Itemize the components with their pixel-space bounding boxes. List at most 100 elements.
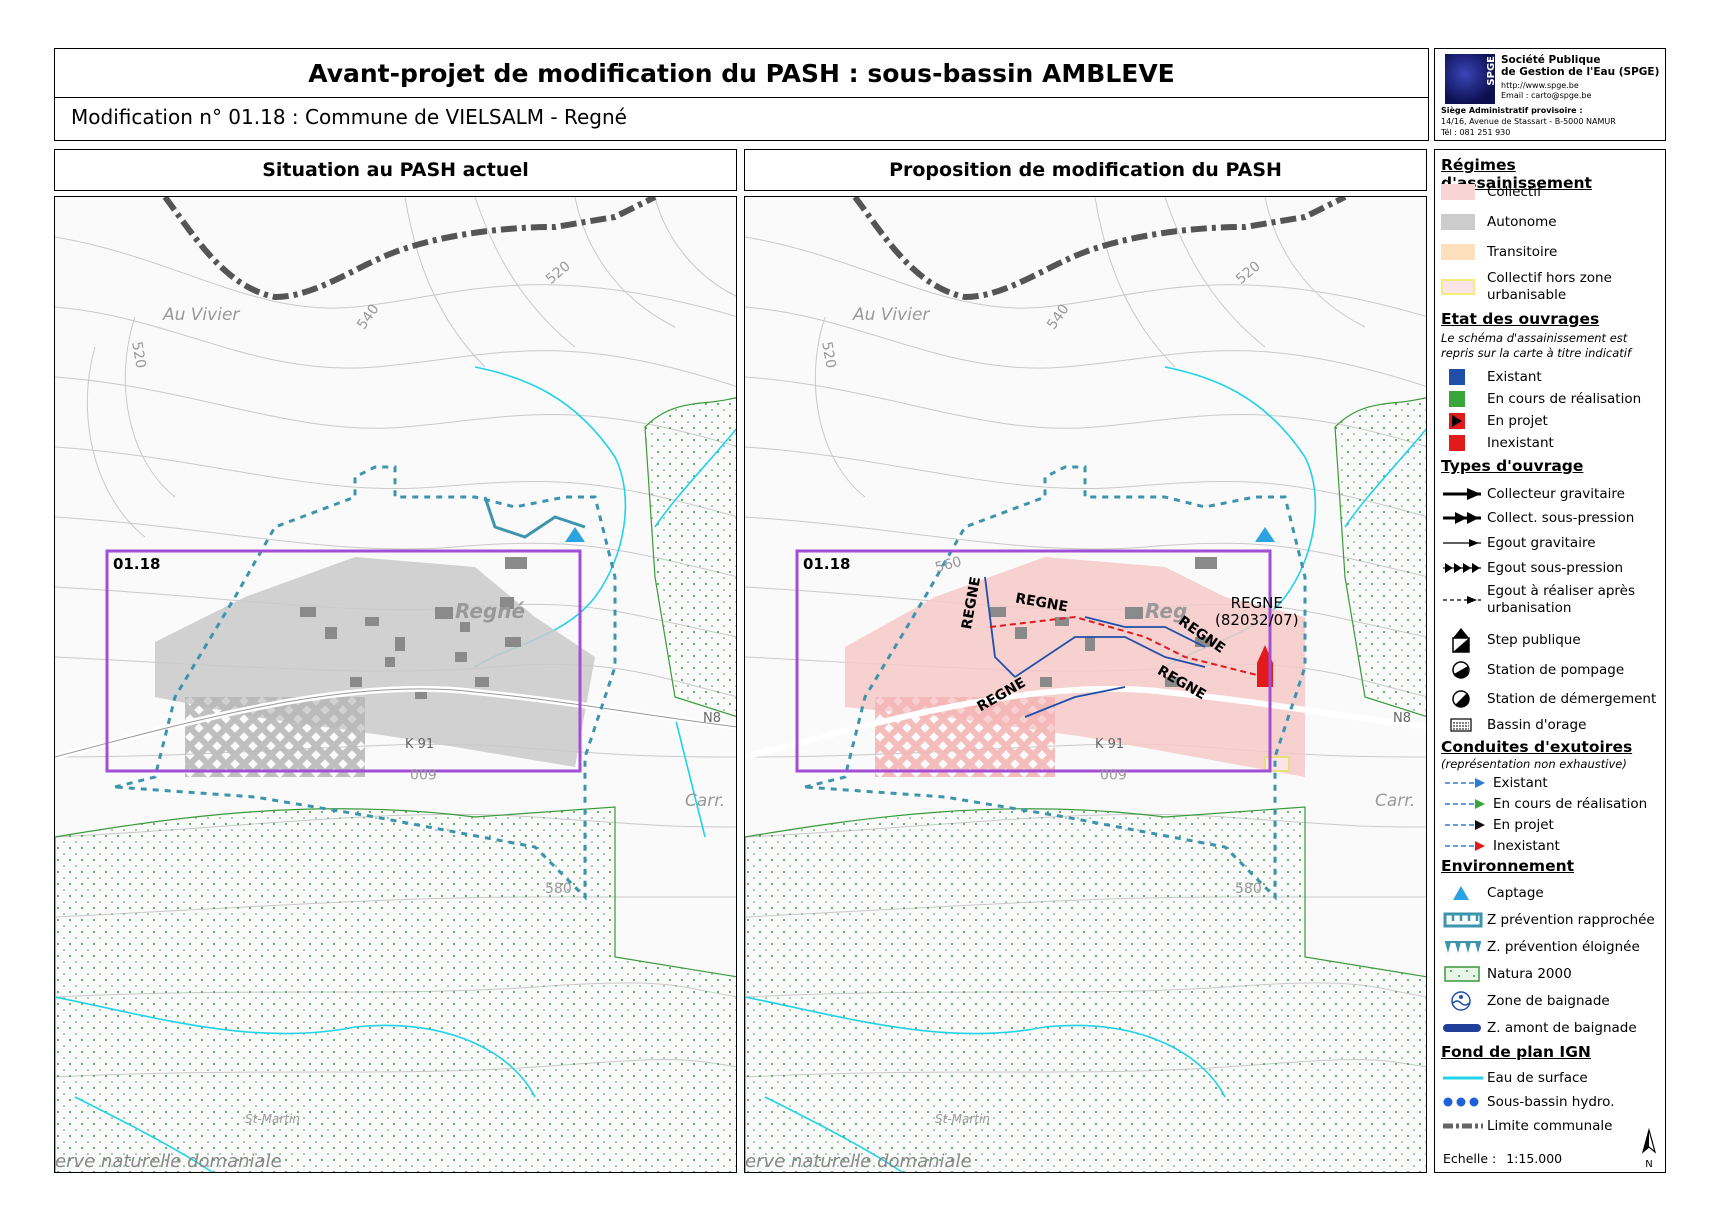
north-arrow-icon: N xyxy=(1639,1127,1659,1170)
legend-label: En cours de réalisation xyxy=(1493,795,1648,812)
legend-type-item: Egout gravitaire xyxy=(1441,533,1663,553)
proposed-modification-map[interactable]: 01.18 Au Vivier Reg Carr. K 91 N8 520 52… xyxy=(744,196,1427,1173)
natura-2000-icon xyxy=(1444,966,1480,982)
legend-env-item: Z. amont de baignade xyxy=(1441,1018,1663,1038)
legend-label: En projet xyxy=(1487,412,1548,429)
sewer-pressure-icon xyxy=(1443,563,1481,573)
road-label-k91: K 91 xyxy=(405,737,435,752)
legend-label: Station de pompage xyxy=(1487,661,1625,678)
road-label-k91: K 91 xyxy=(1095,737,1125,752)
legend-type-item: Station de pompage xyxy=(1441,660,1663,680)
drainage-station-icon xyxy=(1452,690,1470,708)
legend-label: Zone de baignade xyxy=(1487,992,1610,1009)
legend-label: Captage xyxy=(1487,884,1544,901)
north-arrow-shape xyxy=(1641,1127,1657,1154)
captage-icon xyxy=(565,527,585,542)
treatment-plant-code: (82032/07) xyxy=(1215,611,1299,629)
nonexistent-swatch xyxy=(1449,435,1465,451)
public-treatment-plant-icon xyxy=(1452,628,1470,653)
legend-label: Eau de surface xyxy=(1487,1069,1588,1086)
captage-icon xyxy=(1255,527,1275,542)
spge-name-2: de Gestion de l'Eau (SPGE) xyxy=(1501,66,1660,78)
legend-label: Collectif xyxy=(1487,183,1542,200)
in-progress-swatch xyxy=(1449,391,1465,407)
spge-seat-label: Siège Administratif provisoire : xyxy=(1441,106,1583,115)
close-prevention-zone-icon xyxy=(1443,912,1483,928)
legend-label: En projet xyxy=(1493,816,1554,833)
legend-env-item: Z. prévention éloignée xyxy=(1441,937,1663,957)
legend-label: Inexistant xyxy=(1493,837,1560,854)
reserve-label: erve naturelle domaniale xyxy=(55,1151,282,1172)
legend-etat-item: En cours de réalisation xyxy=(1441,389,1663,409)
place-carr: Carr. xyxy=(685,791,726,811)
proposed-map-canvas xyxy=(745,197,1426,1172)
spge-name-1: Société Publique xyxy=(1501,54,1601,66)
legend-label: Inexistant xyxy=(1487,434,1554,451)
legend-env-item: Captage xyxy=(1441,883,1663,903)
legend-label: Natura 2000 xyxy=(1487,965,1572,982)
legend-label: Bassin d'orage xyxy=(1487,716,1587,733)
legend-regime-item: Autonome xyxy=(1441,212,1663,232)
natura-2000-area xyxy=(745,806,1426,1172)
legend-type-item: Egout à réaliser après urbanisation xyxy=(1441,582,1663,618)
natura-2000-area xyxy=(55,806,736,1172)
scale-label: Echelle : xyxy=(1443,1151,1497,1166)
legend-label: Egout gravitaire xyxy=(1487,534,1596,551)
legend-fond-title: Fond de plan IGN xyxy=(1441,1043,1591,1061)
legend-etat-item: Inexistant xyxy=(1441,433,1663,453)
legend-fond-item: Limite communale xyxy=(1441,1116,1663,1136)
municipal-boundary xyxy=(852,197,1347,301)
legend-etat-item: En projet xyxy=(1441,411,1663,431)
collective-outside-swatch xyxy=(1441,279,1475,295)
legend-env-item: Natura 2000 xyxy=(1441,964,1663,984)
place-carr: Carr. xyxy=(1375,791,1416,811)
legend-label: Collect. sous-pression xyxy=(1487,509,1635,526)
legend-type-item: Collecteur gravitaire xyxy=(1441,484,1663,504)
legend-label: Station de démergement xyxy=(1487,690,1657,707)
legend-label: Z prévention rapprochée xyxy=(1487,911,1655,928)
legend-type-item: Egout sous-pression xyxy=(1441,558,1663,578)
legend-etat-item: Existant xyxy=(1441,367,1663,387)
legend-types-title: Types d'ouvrage xyxy=(1441,457,1584,475)
legend-regime-item: Collectif hors zone urbanisable xyxy=(1441,269,1663,305)
legend-type-item: Step publique xyxy=(1441,626,1663,654)
place-st-martin: St-Martin xyxy=(245,1112,300,1126)
transitional-swatch xyxy=(1441,244,1475,260)
spge-email: Email : carto@spge.be xyxy=(1501,91,1592,100)
legend-label: En cours de réalisation xyxy=(1487,390,1642,407)
legend-etat-title: Etat des ouvrages xyxy=(1441,310,1600,328)
legend-label: Transitoire xyxy=(1487,243,1558,260)
legend-fond-item: Sous-bassin hydro. xyxy=(1441,1092,1663,1112)
legend-label: Z. amont de baignade xyxy=(1487,1019,1637,1036)
projected-swatch xyxy=(1449,413,1465,429)
legend-label: Existant xyxy=(1487,368,1542,385)
collector-gravity-icon xyxy=(1443,488,1481,500)
pumping-station-icon xyxy=(1452,661,1470,679)
map-title: Avant-projet de modification du PASH : s… xyxy=(55,49,1428,98)
legend-label: Collectif hors zone urbanisable xyxy=(1487,270,1612,303)
legend-label: Sous-bassin hydro. xyxy=(1487,1093,1615,1110)
outlet-in-progress-icon xyxy=(1445,799,1485,809)
modification-id-label: 01.18 xyxy=(113,555,161,573)
legend-conduite-item: En cours de réalisation xyxy=(1441,794,1663,814)
north-label: N xyxy=(1645,1159,1653,1170)
scale-value: 1:15.000 xyxy=(1506,1151,1563,1166)
contour-label-580: 580 xyxy=(1235,881,1262,897)
current-situation-map[interactable]: 01.18 Au Vivier Regné Carr. K 91 N8 520 … xyxy=(54,196,737,1173)
outlet-projected-icon xyxy=(1445,820,1485,830)
collector-pressure-icon xyxy=(1443,512,1481,524)
sub-basin-icon xyxy=(1443,1097,1479,1107)
storm-basin-icon xyxy=(1450,718,1472,732)
legend-regime-item: Transitoire xyxy=(1441,242,1663,262)
legend-label: Egout à réaliser après urbanisation xyxy=(1487,583,1636,616)
road-label-n89: N8 xyxy=(703,711,721,726)
surface-water-icon xyxy=(1443,1076,1483,1080)
legend-panel: Régimes d'assainissement Collectif Auton… xyxy=(1434,149,1666,1173)
legend-type-item: Collect. sous-pression xyxy=(1441,508,1663,528)
treatment-plant-name-text: REGNE xyxy=(1230,594,1283,612)
far-prevention-zone-icon xyxy=(1445,941,1481,953)
scale-text: Echelle : 1:15.000 xyxy=(1443,1151,1562,1166)
legend-label: Limite communale xyxy=(1487,1117,1613,1134)
spge-address: 14/16, Avenue de Stassart - B-5000 NAMUR xyxy=(1441,117,1616,126)
municipal-boundary-icon xyxy=(1443,1123,1483,1129)
